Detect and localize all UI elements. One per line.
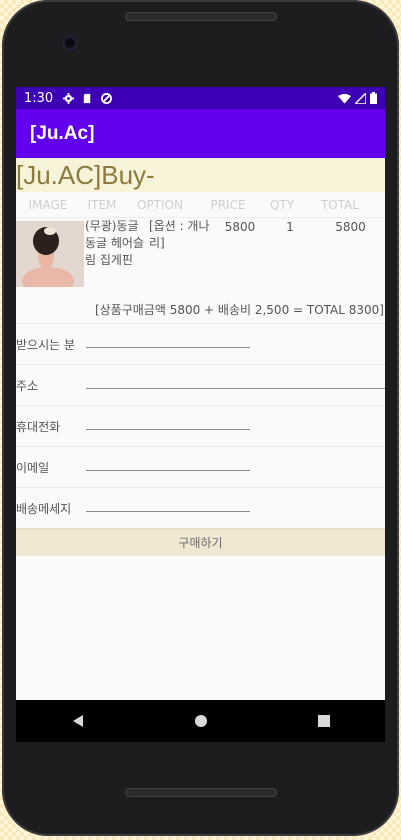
item-option: [옵션 : 개나리] xyxy=(149,219,210,250)
message-input[interactable] xyxy=(86,510,250,512)
no-disturb-icon xyxy=(101,92,113,104)
battery-icon xyxy=(370,92,377,104)
header-price: PRICE xyxy=(210,197,246,212)
buy-button[interactable]: 구매하기 xyxy=(16,528,385,556)
status-right-icons xyxy=(338,92,377,104)
recipient-label: 받으시는 분 xyxy=(16,337,76,352)
page-title: [Ju.AC]Buy- xyxy=(16,158,385,192)
header-qty: QTY xyxy=(269,197,295,212)
status-time: 1:30 xyxy=(24,90,54,106)
address-input[interactable] xyxy=(86,387,385,389)
item-qty: 1 xyxy=(286,220,294,234)
overview-button[interactable] xyxy=(309,706,339,736)
overview-square-icon xyxy=(317,715,330,727)
recipient-input[interactable] xyxy=(86,346,250,348)
header-item: ITEM xyxy=(87,197,117,212)
recipient-row: 받으시는 분 xyxy=(16,323,385,364)
email-label: 이메일 xyxy=(16,460,50,475)
address-label: 주소 xyxy=(16,378,39,393)
item-name: (무광)동글동글 헤어슬림 집게핀 xyxy=(85,219,145,267)
bottom-speaker xyxy=(125,788,277,797)
app-screen: 1:30 [Ju.Ac] [Ju.AC]Buy- IMAGE ITEM OPTI… xyxy=(16,87,385,700)
header-option: OPTION xyxy=(137,197,183,212)
sd-card-icon xyxy=(84,93,91,103)
email-row: 이메일 xyxy=(16,446,385,487)
signal-icon xyxy=(355,92,366,104)
table-header: IMAGE ITEM OPTION PRICE QTY TOTAL xyxy=(16,192,385,218)
product-image[interactable] xyxy=(16,221,84,287)
order-summary: [상품구매금액 5800 + 배송비 2,500 = TOTAL 8300] xyxy=(94,303,384,317)
top-speaker xyxy=(125,12,277,21)
address-row: 주소 xyxy=(16,364,385,405)
product-photo xyxy=(16,221,84,287)
email-input[interactable] xyxy=(86,469,250,471)
navigation-bar xyxy=(16,700,385,742)
phone-row: 휴대전화 xyxy=(16,405,385,446)
header-image: IMAGE xyxy=(28,197,68,212)
message-row: 배송메세지 xyxy=(16,487,385,528)
back-button[interactable] xyxy=(63,706,93,736)
message-label: 배송메세지 xyxy=(16,501,72,516)
phone-input[interactable] xyxy=(86,428,250,430)
home-circle-icon xyxy=(194,715,207,727)
header-total: TOTAL xyxy=(320,197,360,212)
status-bar: 1:30 xyxy=(16,87,385,109)
wifi-icon xyxy=(338,93,351,104)
front-camera xyxy=(62,35,78,51)
app-bar-title: [Ju.Ac] xyxy=(30,122,95,144)
table-row: (무광)동글동글 헤어슬림 집게핀 [옵션 : 개나리] 5800 1 5800 xyxy=(16,218,385,290)
gear-icon xyxy=(63,92,75,104)
home-button[interactable] xyxy=(186,706,216,736)
item-price: 5800 xyxy=(224,220,256,234)
app-bar: [Ju.Ac] xyxy=(16,109,385,158)
back-triangle-icon xyxy=(72,715,83,727)
phone-label: 휴대전화 xyxy=(16,419,61,434)
item-total: 5800 xyxy=(335,220,366,234)
